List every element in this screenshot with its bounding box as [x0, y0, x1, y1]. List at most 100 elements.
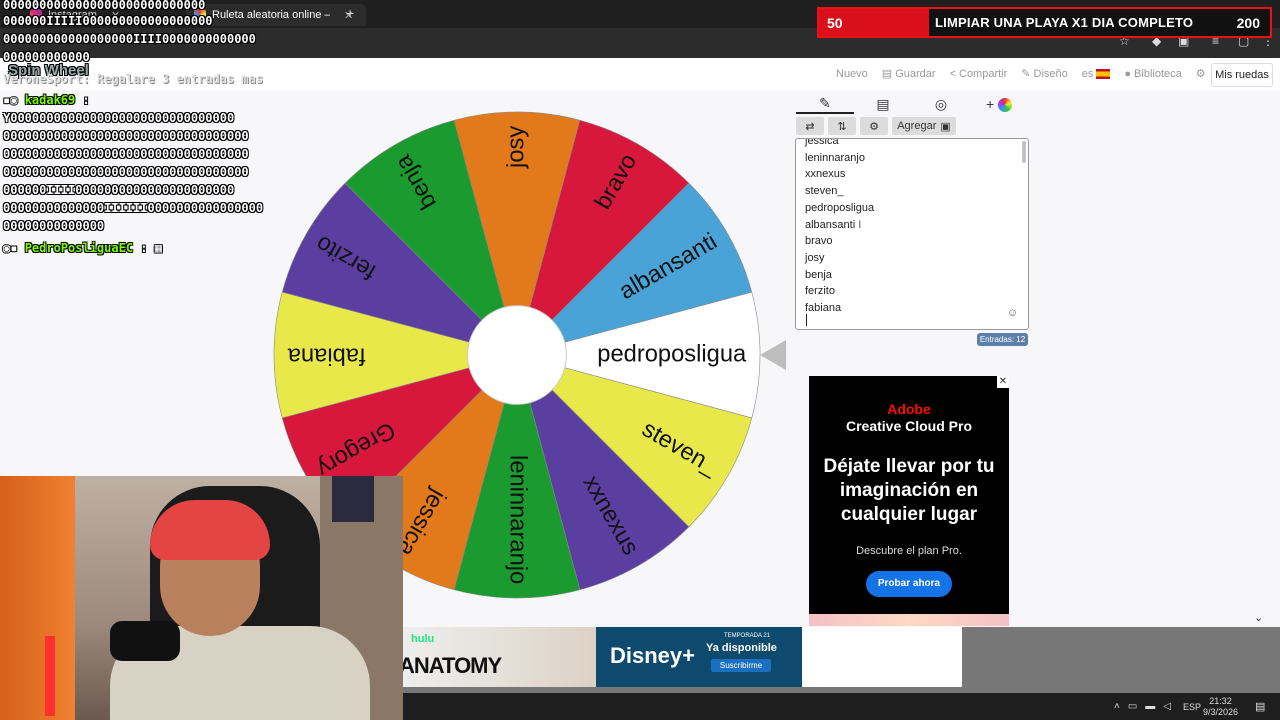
chat-line: 00000000000000IIIIII0000000000000000: [3, 201, 264, 215]
tray-date: 9/3/2026: [1203, 707, 1239, 717]
ad-cta-button[interactable]: Probar ahora: [866, 571, 952, 597]
chat-username: VeroneSport: [3, 72, 83, 86]
add-image-button[interactable]: Agregar ▣: [892, 117, 956, 135]
advanced-settings-button[interactable]: ⚙: [860, 117, 888, 135]
spain-flag-icon: [1096, 68, 1111, 79]
hulu-logo: hulu: [411, 633, 435, 645]
chevron-up-icon[interactable]: ˄: [1114, 701, 1120, 712]
nav-design[interactable]: ✎ Diseño: [1021, 67, 1068, 81]
entries-textarea[interactable]: jessica leninnaranjo xxnexus steven_ ped…: [795, 138, 1029, 330]
sort-icon: ⇅: [837, 120, 847, 133]
text-caret: [806, 314, 807, 326]
nav-language[interactable]: es: [1082, 67, 1111, 80]
nav-design-label: Diseño: [1033, 67, 1068, 80]
chat-message: VeroneSport: Regalare 3 entradas mas: [3, 70, 263, 88]
donation-goal-bar: 50 LIMPIAR UNA PLAYA X1 DIA COMPLETO 200: [817, 7, 1272, 38]
tab-ruleta[interactable]: Ruleta aleatoria online – ruleta ✕: [186, 4, 366, 26]
share-icon: <: [949, 67, 956, 80]
wheel-center[interactable]: [467, 305, 567, 405]
ad-close-icon[interactable]: ✕: [997, 376, 1009, 388]
battery-icon[interactable]: ▬: [1145, 701, 1155, 712]
hulu-ad[interactable]: hulu ANATOMY: [399, 627, 596, 687]
entry-line: xxnexus: [805, 168, 846, 181]
settings-icon[interactable]: ⚙: [1196, 67, 1206, 80]
chat-text: :: [140, 241, 148, 255]
wheel-segment-label: leninnaranjo: [505, 455, 531, 584]
chat-line: Y0000000000000000000000000000000: [3, 111, 235, 125]
disney-season: TEMPORADA 21: [724, 633, 771, 639]
chevron-down-icon[interactable]: ⌄: [1254, 611, 1263, 624]
new-tab-icon[interactable]: +: [346, 5, 354, 21]
chat-line: 000000IIII0000000000000000000000: [3, 183, 235, 197]
webcam-background-door: [0, 476, 75, 720]
emote-icon: ▦: [154, 241, 162, 255]
chat-line: 000000IIIII000000000000000000: [3, 14, 213, 28]
add-color-tab-palette-icon[interactable]: +: [970, 96, 1028, 113]
add-label: Agregar: [897, 120, 937, 132]
editor-actions: ⇄ ⇅ ⚙ Agregar ▣: [796, 117, 956, 135]
chat-line: 000000000000000000IIII0000000000000: [3, 32, 256, 46]
entry-line: albansanti I: [805, 217, 874, 234]
disney-logo: Disney+: [610, 643, 695, 668]
nav-share[interactable]: < Compartir: [950, 67, 1008, 80]
network-icon[interactable]: ▭: [1128, 701, 1137, 712]
donation-goal: 200: [1236, 14, 1260, 31]
entries-scrollbar[interactable]: [1022, 141, 1026, 163]
nav-save-label: Guardar: [895, 67, 936, 80]
ad-image-strip: [809, 614, 1009, 626]
entry-text: albansanti: [805, 218, 856, 231]
notification-icon[interactable]: ▤: [1255, 700, 1265, 713]
adobe-ad[interactable]: ✕ Adobe Creative Cloud Pro Déjate llevar…: [809, 376, 1009, 616]
tray-clock[interactable]: 21:32 9/3/2026: [1203, 696, 1238, 718]
shuffle-button[interactable]: ⇄: [796, 117, 824, 135]
chat-line: 00000000000000: [3, 219, 105, 233]
entry-line: leninnaranjo: [805, 151, 865, 164]
webcam-overlay: [0, 476, 403, 720]
chat-message: ▪◉ kadak69 :: [3, 93, 90, 107]
blank-ad[interactable]: [802, 627, 962, 687]
ad-brand: Adobe: [887, 401, 931, 417]
webcam-microphone: [110, 621, 180, 661]
chat-text: : Regalare 3 entradas mas: [82, 72, 264, 86]
shuffle-icon: ⇄: [805, 120, 815, 133]
ad-subtitle: Descubre el plan Pro.: [856, 545, 962, 557]
entry-line: benja: [805, 268, 832, 281]
wheel-segment-label: fabiana: [287, 343, 366, 369]
emoji-icon[interactable]: ☺: [1007, 307, 1018, 319]
nav-new[interactable]: Nuevo: [836, 67, 868, 80]
edit-tab-pencil-icon[interactable]: ✎: [796, 95, 854, 114]
entries-count-badge: Entradas: 12: [977, 333, 1028, 346]
results-tab-clipboard-icon[interactable]: ▤: [854, 96, 912, 113]
nav-language-label: es: [1081, 67, 1094, 80]
nav-share-label: Compartir: [959, 67, 1008, 80]
chat-username: kadak69: [24, 93, 76, 107]
nav-save[interactable]: ▤ Guardar: [881, 67, 936, 81]
disney-subscribe-button[interactable]: Suscribirme: [711, 659, 771, 672]
entry-line: ferzito: [805, 285, 835, 298]
hide-tab-eye-icon[interactable]: ◎: [912, 96, 970, 113]
my-wheels-button[interactable]: Mis ruedas: [1211, 63, 1273, 87]
text-cursor-icon: I: [858, 218, 862, 231]
wheel-segment-label: pedroposligua: [597, 341, 747, 367]
nav-library[interactable]: ● Biblioteca: [1124, 67, 1181, 80]
disney-available: Ya disponible: [706, 642, 777, 654]
chat-line: 0000000000000000000000000000000000: [3, 147, 249, 161]
sort-button[interactable]: ⇅: [828, 117, 856, 135]
tab-label: Ruleta aleatoria online – ruleta: [212, 9, 330, 21]
taskbar: ˄ ▭ ▬ ◁ ESP 21:32 9/3/2026 ▤: [403, 693, 1280, 720]
ad-product: Creative Cloud Pro: [845, 418, 973, 434]
volume-icon[interactable]: ◁: [1163, 701, 1171, 712]
tray-language[interactable]: ESP: [1183, 702, 1201, 712]
wheel-segment-label: josy: [503, 126, 529, 169]
entries-list: jessica leninnaranjo xxnexus steven_ ped…: [805, 139, 874, 317]
user-badge-icon: ◉▪: [3, 241, 18, 255]
user-badge-icon: ▪◉: [3, 93, 18, 107]
webcam-person-hair: [150, 500, 270, 560]
donation-amount: 50: [819, 9, 929, 36]
gear-icon: ⚙: [869, 120, 879, 133]
folder-icon: ▤: [881, 68, 893, 80]
pencil-icon: ✎: [1021, 68, 1031, 80]
donation-title: LIMPIAR UNA PLAYA X1 DIA COMPLETO: [935, 15, 1194, 30]
disney-ad[interactable]: Disney+ TEMPORADA 21 Ya disponible Suscr…: [596, 627, 802, 687]
entry-line: fabiana: [805, 302, 842, 315]
